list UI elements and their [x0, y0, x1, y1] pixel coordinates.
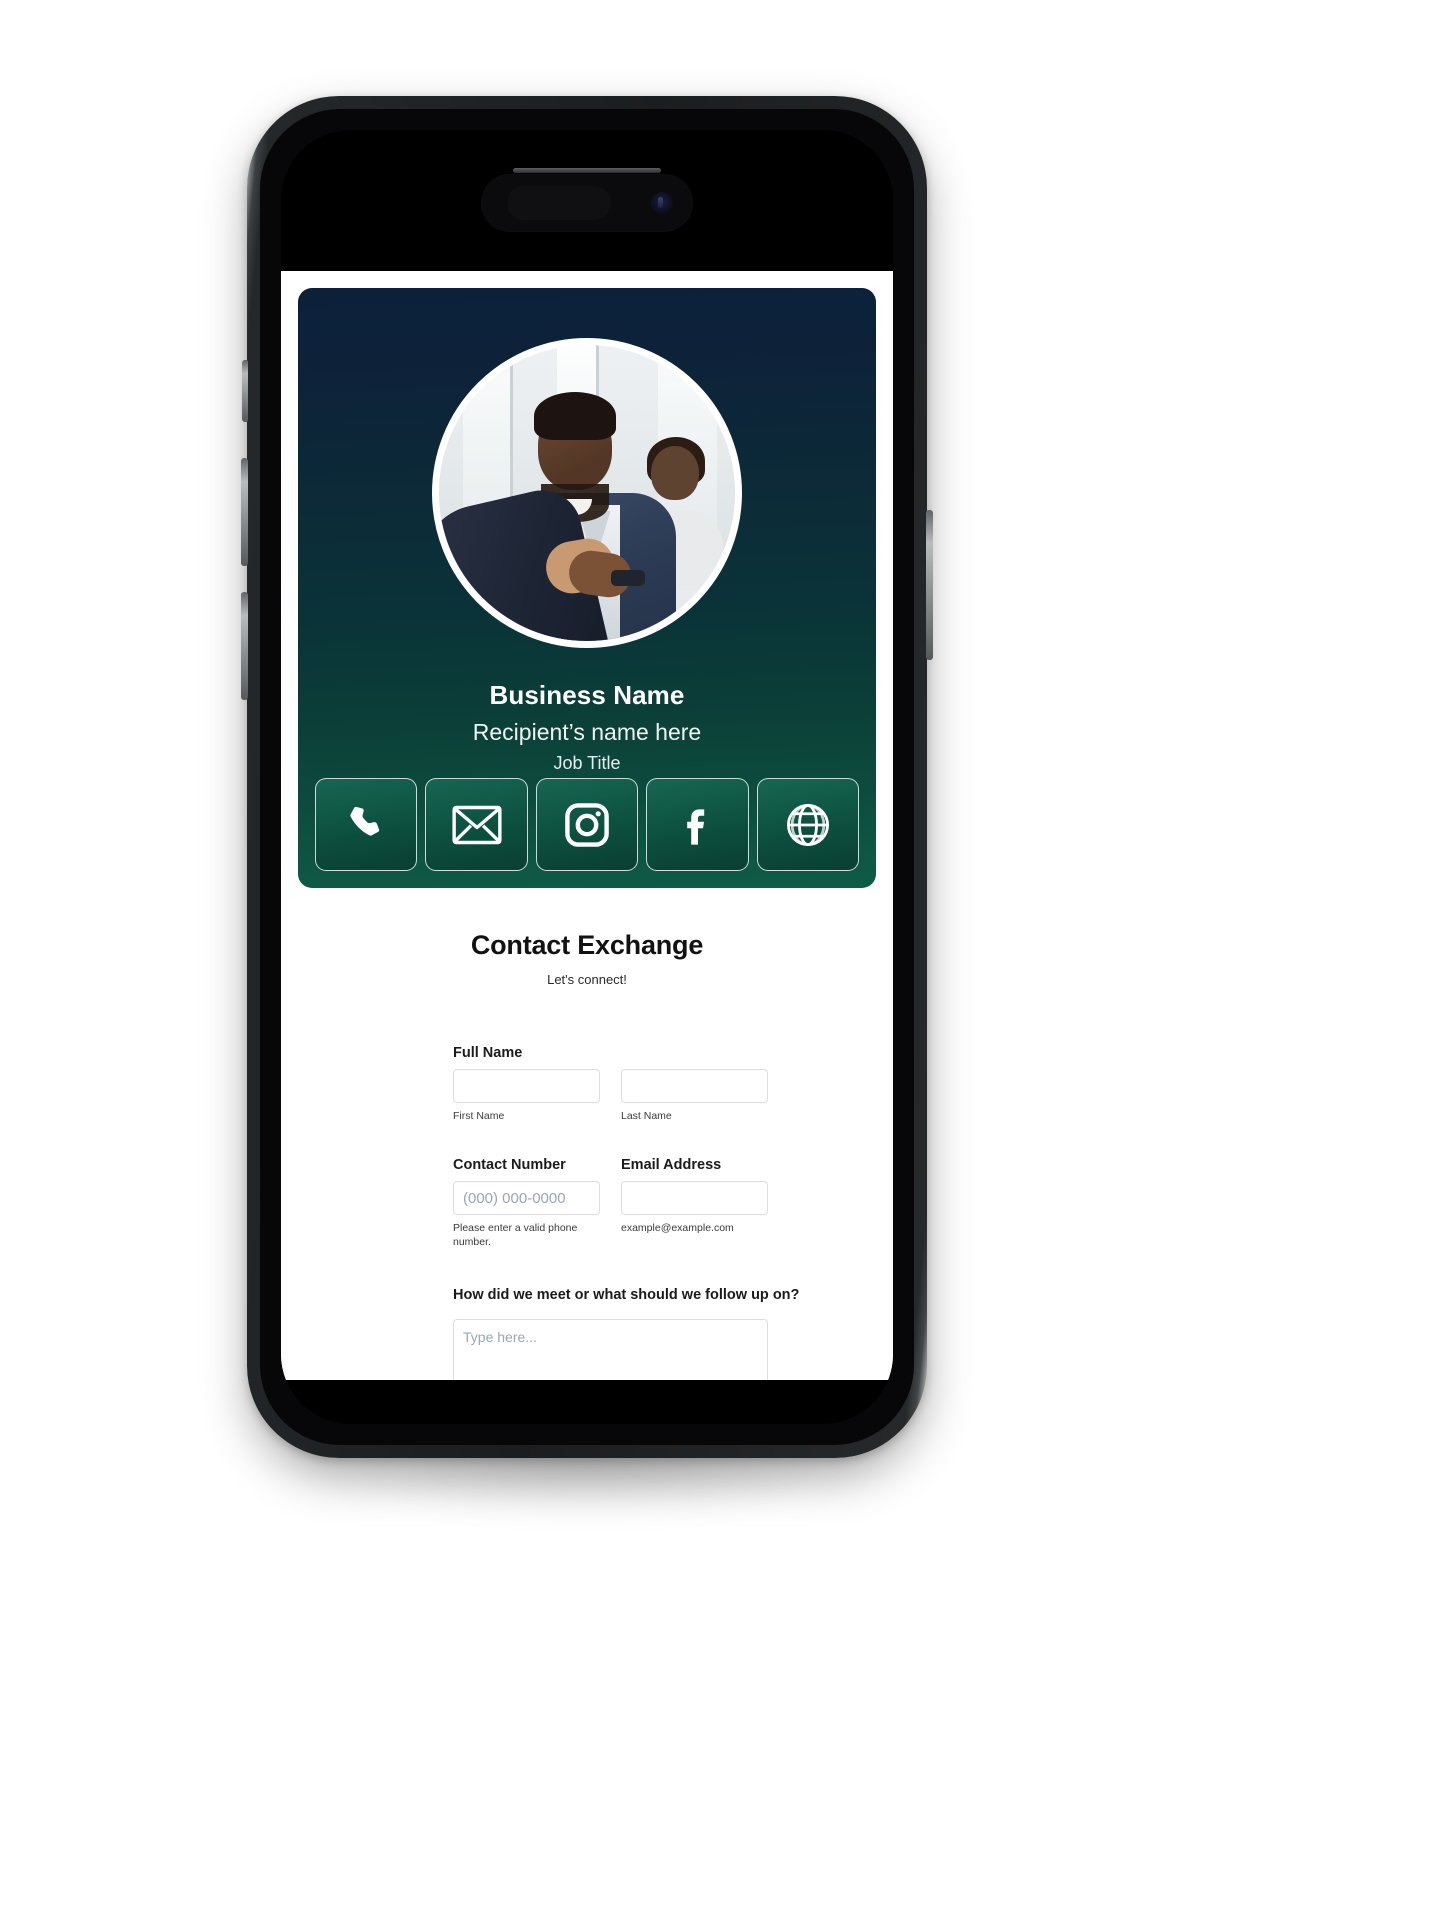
phone-button[interactable] — [315, 778, 418, 871]
first-name-col: First Name — [453, 1069, 600, 1123]
card-identity-block: Business Name Recipient’s name here Job … — [298, 680, 876, 774]
instagram-button[interactable] — [535, 778, 639, 871]
front-camera-icon — [651, 192, 673, 214]
earpiece-slit-icon — [513, 168, 661, 173]
facebook-icon — [673, 801, 721, 849]
volume-up-button[interactable] — [241, 458, 248, 566]
silent-switch-button[interactable] — [242, 360, 248, 422]
email-button[interactable] — [425, 778, 528, 871]
phone-bezel: Business Name Recipient’s name here Job … — [260, 109, 914, 1445]
follow-up-textarea[interactable] — [453, 1319, 768, 1380]
email-address-input[interactable] — [621, 1181, 768, 1216]
form-title: Contact Exchange — [470, 930, 704, 960]
job-title: Job Title — [553, 753, 621, 773]
email-address-hint: example@example.com — [621, 1222, 734, 1235]
webpage-viewport: Business Name Recipient’s name here Job … — [281, 271, 893, 1380]
avatar — [432, 338, 742, 648]
volume-down-button[interactable] — [241, 592, 248, 700]
phone-mockup: Business Name Recipient’s name here Job … — [241, 96, 933, 1516]
recipient-name: Recipient’s name here — [472, 719, 702, 745]
contact-number-label: Contact Number — [453, 1157, 566, 1174]
email-icon — [452, 800, 502, 850]
last-name-input[interactable] — [621, 1069, 768, 1103]
form-fields: Full Name First Name Last Name Contact N… — [281, 987, 893, 1380]
contact-email-group: Contact Number Please enter a valid phon… — [453, 1157, 893, 1249]
phone-icon — [343, 802, 389, 848]
full-name-label: Full Name — [453, 1045, 523, 1061]
digital-business-card: Business Name Recipient’s name here Job … — [298, 288, 876, 888]
website-button[interactable] — [756, 778, 860, 871]
follow-up-group: How did we meet or what should we follow… — [453, 1287, 893, 1380]
profile-photo — [439, 345, 735, 641]
contact-number-input[interactable] — [453, 1181, 600, 1216]
speaker-icon — [507, 186, 611, 220]
dynamic-island — [481, 168, 693, 232]
phone-screen: Business Name Recipient’s name here Job … — [281, 130, 893, 1424]
phone-frame: Business Name Recipient’s name here Job … — [241, 96, 933, 1458]
social-links-row — [315, 778, 860, 871]
first-name-hint: First Name — [453, 1110, 505, 1122]
instagram-icon — [563, 801, 611, 849]
power-button[interactable] — [926, 510, 933, 660]
business-name: Business Name — [489, 680, 685, 710]
contact-form-section: Contact Exchange Let's connect! Full Nam… — [281, 888, 893, 1380]
contact-number-col: Contact Number Please enter a valid phon… — [453, 1157, 600, 1249]
form-subtitle: Let's connect! — [547, 972, 627, 987]
last-name-col: Last Name — [621, 1069, 768, 1123]
last-name-hint: Last Name — [621, 1110, 672, 1122]
first-name-input[interactable] — [453, 1069, 600, 1103]
facebook-button[interactable] — [646, 778, 749, 871]
contact-number-hint: Please enter a valid phone number. — [453, 1222, 578, 1248]
email-address-label: Email Address — [621, 1157, 722, 1174]
globe-icon — [783, 800, 833, 850]
follow-up-label: How did we meet or what should we follow… — [453, 1287, 800, 1304]
email-address-col: Email Address example@example.com — [621, 1157, 768, 1249]
full-name-group: Full Name First Name Last Name — [453, 1045, 893, 1123]
